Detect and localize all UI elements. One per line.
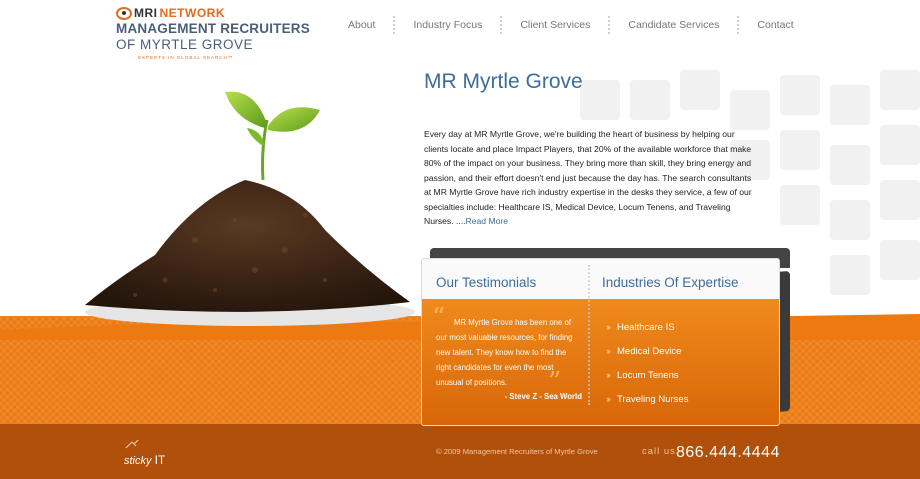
industry-label: Healthcare IS (617, 321, 675, 333)
phone-number[interactable]: 866.444.4444 (676, 444, 780, 462)
testimonial-author: - Steve Z - Sea World (504, 392, 582, 401)
seedling-soil-image (85, 91, 415, 326)
credit-word: sticky (124, 455, 152, 467)
logo-mark-icon (116, 6, 132, 20)
industry-item-locum-tenens[interactable]: ››› Locum Tenens (606, 363, 688, 387)
industry-label: Medical Device (617, 345, 682, 357)
logo-network: NETWORK (159, 6, 225, 20)
intro-paragraph: Every day at MR Myrtle Grove, we're buil… (424, 127, 760, 229)
copyright-text: © 2009 Management Recruiters of Myrtle G… (436, 447, 598, 456)
nav-contact[interactable]: Contact (739, 19, 811, 31)
logo-brand: MRI (134, 6, 158, 20)
read-more-link[interactable]: Read More (466, 216, 509, 226)
industry-item-healthcare-is[interactable]: ››› Healthcare IS (606, 315, 688, 339)
site-logo[interactable]: MRI NETWORK MANAGEMENT RECRUITERS OF MYRT… (116, 6, 316, 66)
nav-about[interactable]: About (330, 19, 393, 31)
logo-tagline: EXPERTS IN GLOBAL SEARCH™ (138, 55, 234, 60)
industries-title: Industries Of Expertise (602, 275, 739, 290)
call-us-label: call us (642, 446, 676, 457)
chevron-right-icon: ››› (606, 322, 611, 332)
nav-industry-focus[interactable]: Industry Focus (395, 19, 500, 31)
industries-list: ››› Healthcare IS ››› Medical Device ›››… (606, 315, 688, 411)
page-title: MR Myrtle Grove (424, 70, 583, 93)
sticky-it-credit[interactable]: sticky IT (124, 453, 165, 467)
logo-line-2: OF MYRTLE GROVE (116, 37, 254, 52)
nav-candidate-services[interactable]: Candidate Services (610, 19, 737, 31)
nav-client-services[interactable]: Client Services (502, 19, 608, 31)
industry-label: Locum Tenens (617, 369, 679, 381)
intro-body: Every day at MR Myrtle Grove, we're buil… (424, 129, 752, 226)
industry-item-traveling-nurses[interactable]: ››› Traveling Nurses (606, 387, 688, 411)
logo-brand-row: MRI NETWORK (116, 6, 316, 20)
main-nav: About Industry Focus Client Services Can… (330, 16, 812, 34)
column-divider (588, 265, 590, 405)
logo-line-1: MANAGEMENT RECRUITERS (116, 21, 310, 36)
testimonials-title: Our Testimonials (436, 275, 537, 290)
industry-item-medical-device[interactable]: ››› Medical Device (606, 339, 688, 363)
chevron-right-icon: ››› (606, 394, 611, 404)
industry-label: Traveling Nurses (617, 393, 689, 405)
chevron-right-icon: ››› (606, 370, 611, 380)
info-panel: Our Testimonials Industries Of Expertise… (421, 258, 780, 426)
chevron-right-icon: ››› (606, 346, 611, 356)
credit-suffix: IT (154, 453, 166, 467)
